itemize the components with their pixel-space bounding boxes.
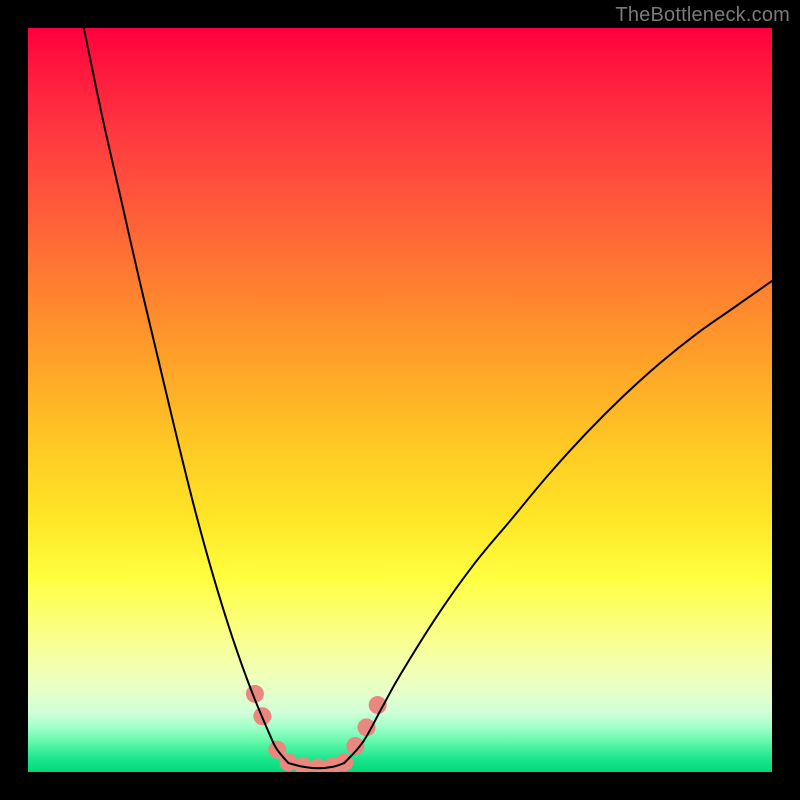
plot-area xyxy=(28,28,772,772)
curve-layer xyxy=(28,28,772,772)
highlight-dot xyxy=(358,718,376,736)
chart-frame: TheBottleneck.com xyxy=(0,0,800,800)
right-curve xyxy=(344,281,772,763)
left-curve xyxy=(84,28,289,763)
watermark-text: TheBottleneck.com xyxy=(615,4,790,27)
